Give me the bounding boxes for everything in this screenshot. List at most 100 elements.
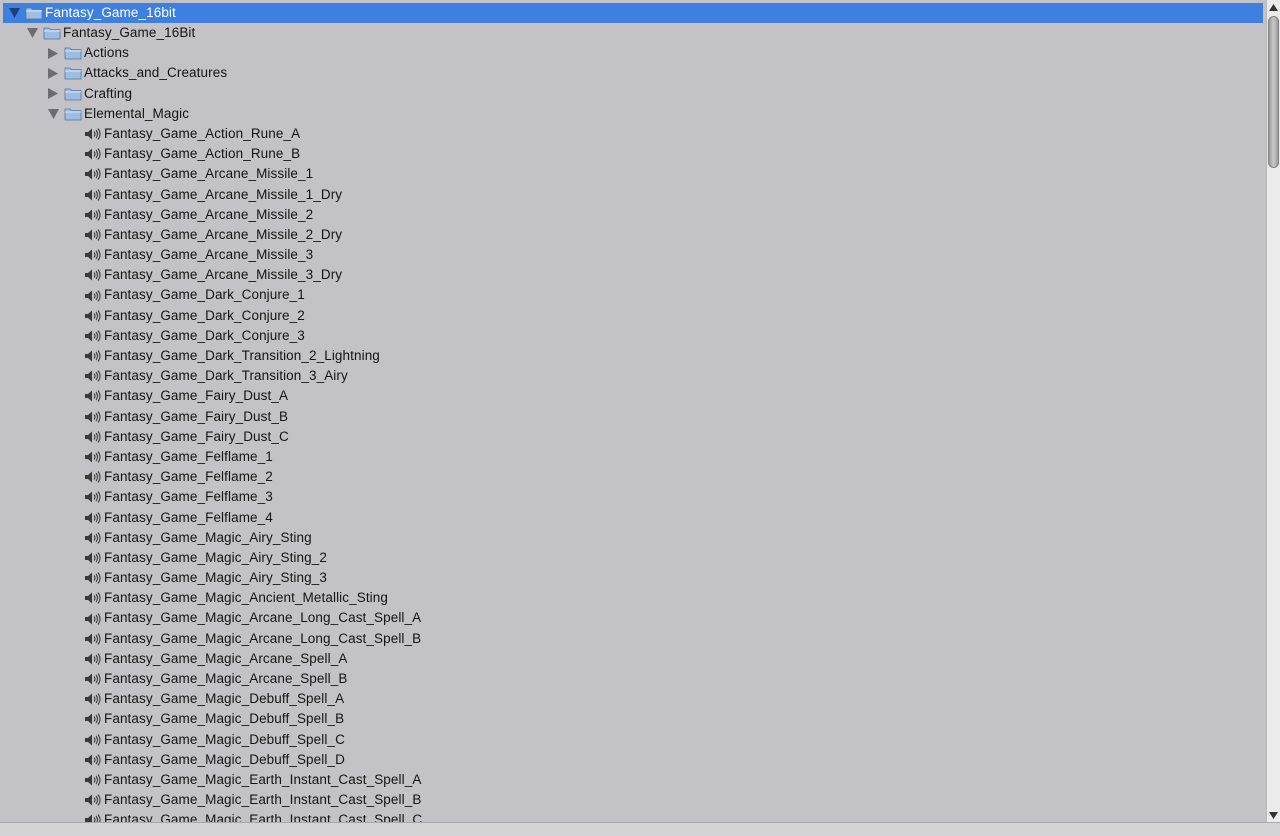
speaker-icon: [84, 591, 102, 605]
tree-row-label: Fantasy_Game_16bit: [45, 4, 176, 20]
tree-row-file[interactable]: Fantasy_Game_Arcane_Missile_2: [0, 205, 1266, 225]
speaker-icon: [84, 147, 102, 161]
tree-row-folder[interactable]: Elemental_Magic: [0, 104, 1266, 124]
tree-row-file[interactable]: Fantasy_Game_Arcane_Missile_1_Dry: [0, 185, 1266, 205]
tree-row-file[interactable]: Fantasy_Game_Magic_Debuff_Spell_B: [0, 709, 1266, 729]
tree-row-label: Fantasy_Game_Magic_Arcane_Long_Cast_Spel…: [104, 630, 422, 646]
tree-row-file[interactable]: Fantasy_Game_Magic_Earth_Instant_Cast_Sp…: [0, 790, 1266, 810]
tree-row-file[interactable]: Fantasy_Game_Magic_Airy_Sting: [0, 528, 1266, 548]
speaker-icon: [84, 349, 102, 363]
tree-row-root[interactable]: Fantasy_Game_16bit: [3, 3, 1263, 23]
disclosure-triangle-collapsed-icon[interactable]: [46, 66, 60, 80]
disclosure-triangle-collapsed-icon[interactable]: [46, 87, 60, 101]
tree-row-label: Fantasy_Game_Action_Rune_B: [104, 146, 301, 162]
scroll-up-arrow-icon[interactable]: [1267, 0, 1280, 14]
tree-row-label: Fantasy_Game_Dark_Conjure_2: [104, 307, 305, 323]
window-bottom-edge: [0, 822, 1280, 836]
tree-row-file[interactable]: Fantasy_Game_Felflame_4: [0, 508, 1266, 528]
tree-row-file[interactable]: Fantasy_Game_Action_Rune_B: [0, 144, 1266, 164]
tree-row-label: Fantasy_Game_Magic_Debuff_Spell_C: [104, 731, 345, 747]
tree-row-label: Fantasy_Game_Arcane_Missile_2: [104, 206, 314, 222]
speaker-icon: [84, 733, 102, 747]
tree-row-folder[interactable]: Actions: [0, 43, 1266, 63]
speaker-icon: [84, 672, 102, 686]
scrollbar-thumb[interactable]: [1268, 16, 1279, 168]
tree-row-file[interactable]: Fantasy_Game_Fairy_Dust_B: [0, 407, 1266, 427]
tree-row-label: Fantasy_Game_Arcane_Missile_3: [104, 247, 314, 263]
tree-row-label: Fantasy_Game_Magic_Airy_Sting_3: [104, 570, 327, 586]
disclosure-triangle-expanded-icon[interactable]: [25, 26, 39, 40]
file-tree[interactable]: Fantasy_Game_16bit Fantasy_Game_16Bit Ac…: [0, 0, 1266, 822]
tree-row-file[interactable]: Fantasy_Game_Arcane_Missile_3: [0, 245, 1266, 265]
disclosure-triangle-collapsed-icon[interactable]: [46, 46, 60, 60]
speaker-icon: [84, 430, 102, 444]
scroll-down-arrow-icon[interactable]: [1267, 808, 1280, 822]
tree-row-label: Fantasy_Game_16Bit: [63, 25, 196, 40]
tree-row-file[interactable]: Fantasy_Game_Felflame_3: [0, 487, 1266, 507]
tree-row-file[interactable]: Fantasy_Game_Dark_Conjure_3: [0, 326, 1266, 346]
tree-row-file[interactable]: Fantasy_Game_Magic_Arcane_Long_Cast_Spel…: [0, 629, 1266, 649]
tree-row-label: Fantasy_Game_Magic_Earth_Instant_Cast_Sp…: [104, 812, 423, 822]
speaker-icon: [84, 753, 102, 767]
tree-row-label: Fantasy_Game_Arcane_Missile_1: [104, 166, 314, 182]
disclosure-triangle-expanded-icon[interactable]: [7, 6, 21, 20]
tree-row-label: Fantasy_Game_Magic_Arcane_Spell_A: [104, 650, 348, 666]
speaker-icon: [84, 369, 102, 383]
tree-row-file[interactable]: Fantasy_Game_Felflame_2: [0, 467, 1266, 487]
tree-row-child[interactable]: Fantasy_Game_16Bit: [0, 23, 1266, 43]
speaker-icon: [84, 309, 102, 323]
speaker-icon: [84, 268, 102, 282]
tree-row-file[interactable]: Fantasy_Game_Arcane_Missile_3_Dry: [0, 265, 1266, 285]
folder-icon: [64, 107, 82, 121]
tree-row-label: Fantasy_Game_Magic_Debuff_Spell_D: [104, 751, 345, 767]
tree-row-label: Fantasy_Game_Magic_Ancient_Metallic_Stin…: [104, 590, 388, 606]
tree-row-file[interactable]: Fantasy_Game_Magic_Arcane_Spell_A: [0, 649, 1266, 669]
speaker-icon: [84, 813, 102, 822]
tree-row-file[interactable]: Fantasy_Game_Magic_Ancient_Metallic_Stin…: [0, 588, 1266, 608]
tree-row-file[interactable]: Fantasy_Game_Magic_Airy_Sting_2: [0, 548, 1266, 568]
tree-row-folder[interactable]: Attacks_and_Creatures: [0, 63, 1266, 83]
tree-row-file[interactable]: Fantasy_Game_Dark_Transition_2_Lightning: [0, 346, 1266, 366]
tree-row-file[interactable]: Fantasy_Game_Magic_Arcane_Spell_B: [0, 669, 1266, 689]
tree-row-file[interactable]: Fantasy_Game_Action_Rune_A: [0, 124, 1266, 144]
speaker-icon: [84, 289, 102, 303]
tree-row-file[interactable]: Fantasy_Game_Magic_Earth_Instant_Cast_Sp…: [0, 770, 1266, 790]
file-browser-window: Fantasy_Game_16bit Fantasy_Game_16Bit Ac…: [0, 0, 1280, 836]
speaker-icon: [84, 450, 102, 464]
tree-row-label: Crafting: [84, 85, 133, 101]
tree-row-file[interactable]: Fantasy_Game_Felflame_1: [0, 447, 1266, 467]
tree-row-label: Actions: [84, 45, 129, 61]
tree-row-file[interactable]: Fantasy_Game_Arcane_Missile_1: [0, 164, 1266, 184]
tree-row-file[interactable]: Fantasy_Game_Magic_Debuff_Spell_A: [0, 689, 1266, 709]
tree-row-file[interactable]: Fantasy_Game_Magic_Debuff_Spell_D: [0, 750, 1266, 770]
tree-row-label: Fantasy_Game_Arcane_Missile_3_Dry: [104, 267, 343, 283]
tree-row-label: Fantasy_Game_Magic_Earth_Instant_Cast_Sp…: [104, 792, 422, 808]
tree-row-label: Fantasy_Game_Magic_Airy_Sting: [104, 529, 312, 545]
tree-row-file[interactable]: Fantasy_Game_Dark_Conjure_1: [0, 285, 1266, 305]
speaker-icon: [84, 470, 102, 484]
tree-row-file[interactable]: Fantasy_Game_Dark_Transition_3_Airy: [0, 366, 1266, 386]
tree-row-file[interactable]: Fantasy_Game_Magic_Arcane_Long_Cast_Spel…: [0, 608, 1266, 628]
tree-row-label: Fantasy_Game_Fairy_Dust_A: [104, 388, 289, 404]
tree-row-folder[interactable]: Crafting: [0, 84, 1266, 104]
tree-row-file[interactable]: Fantasy_Game_Arcane_Missile_2_Dry: [0, 225, 1266, 245]
tree-row-file[interactable]: Fantasy_Game_Magic_Earth_Instant_Cast_Sp…: [0, 810, 1266, 822]
tree-row-label: Fantasy_Game_Fairy_Dust_C: [104, 428, 289, 444]
tree-row-label: Attacks_and_Creatures: [84, 65, 228, 81]
tree-row-file[interactable]: Fantasy_Game_Fairy_Dust_A: [0, 386, 1266, 406]
speaker-icon: [84, 188, 102, 202]
tree-row-label: Fantasy_Game_Magic_Debuff_Spell_A: [104, 691, 345, 707]
speaker-icon: [84, 712, 102, 726]
tree-row-label: Fantasy_Game_Dark_Conjure_3: [104, 327, 305, 343]
speaker-icon: [84, 692, 102, 706]
tree-row-file[interactable]: Fantasy_Game_Fairy_Dust_C: [0, 427, 1266, 447]
tree-row-file[interactable]: Fantasy_Game_Magic_Debuff_Spell_C: [0, 730, 1266, 750]
disclosure-triangle-expanded-icon[interactable]: [46, 107, 60, 121]
speaker-icon: [84, 329, 102, 343]
tree-row-file[interactable]: Fantasy_Game_Dark_Conjure_2: [0, 306, 1266, 326]
tree-row-label: Fantasy_Game_Action_Rune_A: [104, 125, 301, 141]
tree-row-file[interactable]: Fantasy_Game_Magic_Airy_Sting_3: [0, 568, 1266, 588]
vertical-scrollbar[interactable]: [1266, 0, 1280, 822]
speaker-icon: [84, 571, 102, 585]
tree-row-label: Fantasy_Game_Arcane_Missile_1_Dry: [104, 186, 343, 202]
